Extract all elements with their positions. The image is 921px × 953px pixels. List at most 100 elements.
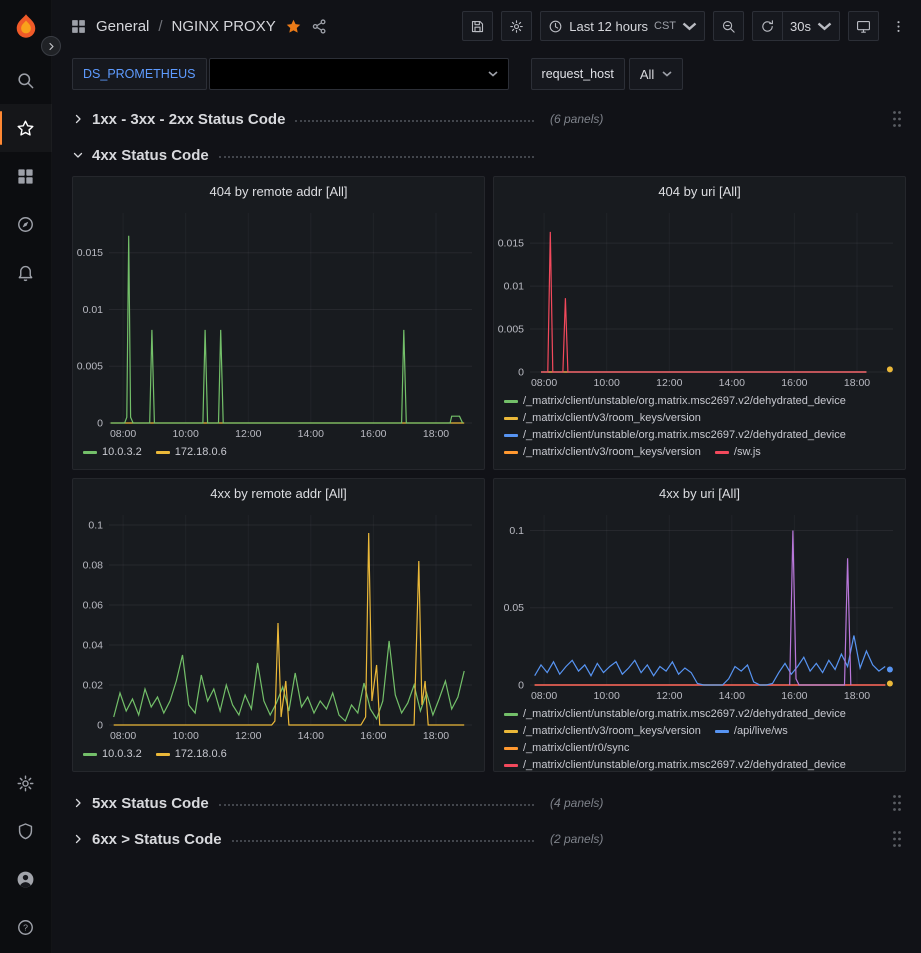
row-panel-count: (2 panels) [550,832,603,846]
zoom-out-icon [721,19,736,34]
panel-title[interactable]: 404 by remote addr [All] [73,177,484,205]
sidebar-item-help[interactable]: ? [0,903,52,951]
chart-area[interactable]: 00.020.040.060.080.108:0010:0012:0014:00… [73,507,484,743]
svg-text:08:00: 08:00 [531,690,557,702]
refresh-interval-dropdown[interactable]: 30s [783,11,840,41]
refresh-button[interactable] [752,11,783,41]
legend-item[interactable]: /_matrix/client/r0/sync [504,740,629,757]
request-host-variable-label[interactable]: request_host [531,58,625,90]
row-dotted-leader [295,120,534,122]
legend-item[interactable]: /_matrix/client/unstable/org.matrix.msc2… [504,757,846,772]
sidebar-bottom-nav: ? [0,759,51,953]
timeseries-plot[interactable]: 00.0050.010.01508:0010:0012:0014:0016:00… [494,205,905,390]
timeseries-plot[interactable]: 00.0050.010.01508:0010:0012:0014:0016:00… [73,205,484,441]
time-range-label: Last 12 hours [569,19,648,34]
panel-title[interactable]: 4xx by remote addr [All] [73,479,484,507]
share-icon[interactable] [311,18,328,35]
chevron-down-icon [488,71,498,77]
svg-text:10:00: 10:00 [594,690,620,702]
legend-item[interactable]: /_matrix/client/v3/room_keys/version [504,723,701,740]
question-circle-icon: ? [16,918,35,937]
row-4xx-status-code[interactable]: 4xx Status Code [72,140,906,170]
timeseries-plot[interactable]: 00.050.108:0010:0012:0014:0016:0018:00 [494,507,905,703]
panel-title[interactable]: 404 by uri [All] [494,177,905,205]
legend-item[interactable]: 10.0.3.2 [83,746,142,763]
svg-text:0.1: 0.1 [509,525,524,537]
legend-item[interactable]: /_matrix/client/unstable/org.matrix.msc2… [504,427,846,444]
chevron-right-icon [72,797,84,809]
row-title: 6xx > Status Code [92,831,222,848]
apps-icon [70,18,87,35]
breadcrumb-section[interactable]: General [96,18,149,35]
row-5xx-status-code[interactable]: 5xx Status Code (4 panels) [72,788,906,818]
svg-text:0: 0 [97,418,103,430]
legend-item[interactable]: /api/live/ws [715,723,788,740]
sidebar-item-search[interactable] [0,56,52,104]
legend-series-swatch [715,451,729,454]
dashboard-actions: Last 12 hours CST 30s [462,11,909,41]
svg-text:10:00: 10:00 [173,730,199,742]
row-drag-handle-icon[interactable] [892,830,902,848]
time-range-picker[interactable]: Last 12 hours CST [540,11,705,41]
row-title: 5xx Status Code [92,795,209,812]
favorite-star-icon[interactable] [285,18,302,35]
sidebar-expand-button[interactable] [41,36,61,56]
datasource-value-select[interactable] [209,58,509,90]
star-icon [16,119,35,138]
zoom-out-button[interactable] [713,11,744,41]
refresh-group: 30s [752,11,840,41]
svg-text:10:00: 10:00 [594,377,620,389]
svg-text:14:00: 14:00 [298,428,324,440]
legend-item[interactable]: /_matrix/client/unstable/org.matrix.msc2… [504,706,846,723]
legend-item[interactable]: 172.18.0.6 [156,444,227,461]
row-drag-handle-icon[interactable] [892,110,902,128]
shield-icon [16,822,35,841]
grafana-logo-icon[interactable] [11,12,41,42]
panel-title-text: 4xx by remote addr [All] [210,486,347,501]
row-1xx-3xx-2xx-status-code[interactable]: 1xx - 3xx - 2xx Status Code (6 panels) [72,104,906,134]
sidebar-item-profile[interactable] [0,855,52,903]
chart-area[interactable]: 00.0050.010.01508:0010:0012:0014:0016:00… [494,205,905,390]
datasource-variable-label[interactable]: DS_PROMETHEUS [72,58,207,90]
legend-series-swatch [504,713,518,716]
sidebar-item-explore[interactable] [0,200,52,248]
request-host-value-select[interactable]: All [629,58,683,90]
dashboards-grid-icon [16,167,35,186]
sidebar-item-server-admin[interactable] [0,807,52,855]
legend-item[interactable]: 10.0.3.2 [83,444,142,461]
svg-text:0.005: 0.005 [77,361,103,373]
kebab-icon [891,19,906,34]
legend-item[interactable]: /sw.js [715,444,761,461]
sidebar-item-starred[interactable] [0,104,52,152]
timeseries-plot[interactable]: 00.020.040.060.080.108:0010:0012:0014:00… [73,507,484,743]
breadcrumb-dashboard-title[interactable]: NGINX PROXY [172,18,276,35]
row-6xx-status-code[interactable]: 6xx > Status Code (2 panels) [72,824,906,854]
legend-item[interactable]: 172.18.0.6 [156,746,227,763]
panel-title[interactable]: 4xx by uri [All] [494,479,905,507]
cycle-view-mode-button[interactable] [848,11,879,41]
row-dotted-leader [232,840,534,842]
row-drag-handle-icon[interactable] [892,794,902,812]
kebab-menu-button[interactable] [887,11,909,41]
panel-title-text: 404 by uri [All] [658,184,740,199]
request-host-value-text: All [640,67,654,82]
svg-text:0.05: 0.05 [504,602,525,614]
chart-area[interactable]: 00.0050.010.01508:0010:0012:0014:0016:00… [73,205,484,441]
sidebar-item-alerting[interactable] [0,248,52,296]
sidebar-item-settings[interactable] [0,759,52,807]
legend-item[interactable]: /_matrix/client/unstable/org.matrix.msc2… [504,393,846,410]
dashboard-settings-button[interactable] [501,11,532,41]
chart-area[interactable]: 00.050.108:0010:0012:0014:0016:0018:00 [494,507,905,703]
panel-title-text: 4xx by uri [All] [659,486,740,501]
compass-icon [16,215,35,234]
panel-4xx-by-remote-addr: 4xx by remote addr [All] 00.020.040.060.… [72,478,485,772]
legend-item[interactable]: /_matrix/client/v3/room_keys/version [504,410,701,427]
svg-text:0.01: 0.01 [504,281,525,293]
svg-text:16:00: 16:00 [781,690,807,702]
legend-item[interactable]: /_matrix/client/v3/room_keys/version [504,444,701,461]
save-dashboard-button[interactable] [462,11,493,41]
monitor-icon [856,19,871,34]
sidebar-item-dashboards[interactable] [0,152,52,200]
top-navbar: General / NGINX PROXY Last 12 hours [52,0,921,52]
svg-text:16:00: 16:00 [781,377,807,389]
